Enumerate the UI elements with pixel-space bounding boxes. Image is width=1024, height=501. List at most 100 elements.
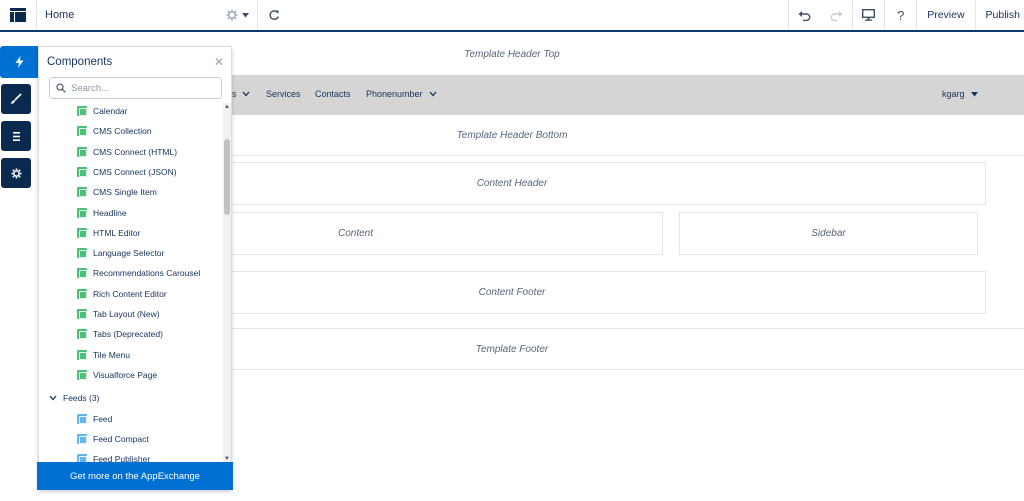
template-header-top-label: Template Header Top	[464, 49, 560, 60]
search-icon	[56, 83, 66, 93]
scroll-up-arrow[interactable]: ▲	[223, 103, 231, 111]
sidebar-label: Sidebar	[811, 228, 846, 239]
refresh-icon	[268, 10, 279, 20]
component-item[interactable]: CMS Collection	[77, 123, 152, 139]
sidebar-region[interactable]: Sidebar	[679, 212, 978, 255]
component-item-label: Rich Content Editor	[93, 288, 167, 299]
redo-button[interactable]	[820, 0, 852, 30]
component-icon	[77, 207, 87, 218]
component-icon	[77, 349, 87, 360]
undo-button[interactable]	[788, 0, 820, 30]
template-header-bottom-label: Template Header Bottom	[456, 129, 568, 141]
components-tab-button[interactable]	[0, 46, 38, 78]
page-name: Home	[45, 9, 75, 21]
component-search	[49, 77, 222, 99]
page-selector[interactable]: Home	[37, 0, 257, 30]
publish-button[interactable]: Publish	[974, 0, 1024, 30]
appexchange-link[interactable]: Get more on the AppExchange	[37, 462, 233, 490]
feed-icon	[77, 433, 87, 444]
component-icon	[77, 187, 87, 198]
component-item[interactable]: CMS Single Item	[77, 184, 157, 200]
search-input[interactable]	[71, 82, 211, 94]
theme-tab-button[interactable]	[1, 84, 31, 114]
component-item-label: Recommendations Carousel	[93, 268, 201, 279]
chevron-down-icon	[49, 395, 57, 401]
component-item[interactable]: Tab Layout (New)	[77, 306, 160, 322]
app-layout-button[interactable]	[0, 0, 37, 30]
close-icon[interactable]: ✕	[214, 55, 224, 69]
components-panel: Components ✕ Calendar CMS Collection CMS C…	[37, 46, 233, 490]
feed-icon	[77, 413, 87, 424]
component-item-label: Tile Menu	[93, 349, 131, 360]
component-item[interactable]: CMS Connect (HTML)	[77, 144, 177, 160]
component-item[interactable]: Tabs (Deprecated)	[77, 326, 163, 342]
component-item[interactable]: Recommendations Carousel	[77, 265, 200, 281]
component-item[interactable]: Headline	[77, 205, 127, 221]
component-icon	[77, 126, 87, 137]
component-item-label: Calendar	[93, 106, 128, 116]
component-item[interactable]: CMS Connect (JSON)	[77, 164, 177, 180]
desktop-icon	[862, 9, 876, 21]
component-item-label: HTML Editor	[93, 227, 141, 238]
component-item[interactable]: Visualforce Page	[77, 367, 157, 383]
lightning-icon	[15, 56, 23, 68]
settings-tab-button[interactable]	[1, 158, 31, 188]
component-item[interactable]: Calendar	[77, 103, 128, 119]
component-icon	[77, 369, 87, 380]
component-item[interactable]: Language Selector	[77, 245, 164, 261]
component-item[interactable]: Feed Compact	[77, 431, 149, 447]
page-structure-tab-button[interactable]	[1, 121, 31, 151]
nav-item-partial[interactable]: s	[232, 89, 250, 99]
list-icon	[12, 131, 20, 141]
chevron-down-icon	[242, 91, 250, 97]
component-icon	[77, 309, 87, 319]
component-item-label: Feed	[93, 413, 113, 424]
caret-down-icon	[971, 92, 979, 97]
component-item-label: Visualforce Page	[93, 369, 158, 380]
gear-icon	[226, 9, 238, 21]
refresh-button[interactable]	[257, 0, 289, 30]
template-footer-label: Template Footer	[475, 343, 549, 355]
device-preview-button[interactable]	[852, 0, 884, 30]
help-icon: ?	[897, 7, 905, 23]
component-item-label: Language Selector	[93, 248, 165, 259]
preview-button[interactable]: Preview	[916, 0, 974, 30]
nav-item-services[interactable]: Services	[266, 89, 301, 99]
caret-down-icon	[242, 12, 249, 17]
component-item[interactable]: HTML Editor	[77, 225, 140, 241]
undo-icon	[798, 10, 811, 21]
component-item[interactable]: Rich Content Editor	[77, 286, 167, 302]
user-menu[interactable]: kgarg	[942, 89, 979, 99]
component-icon	[77, 329, 87, 340]
component-icon	[77, 166, 87, 177]
scrollbar[interactable]: ▲ ▼	[223, 103, 231, 463]
component-icon	[77, 106, 87, 116]
nav-item-phonenumber[interactable]: Phonenumber	[366, 89, 437, 99]
component-item[interactable]: Tile Menu	[77, 347, 130, 363]
component-item-label: Feed Compact	[93, 433, 149, 444]
content-label: Content	[337, 228, 374, 239]
redo-icon	[830, 10, 843, 21]
feeds-group-label: Feeds (3)	[63, 393, 100, 404]
component-icon	[77, 146, 87, 157]
scrollbar-thumb[interactable]	[224, 139, 230, 215]
layout-icon	[10, 8, 26, 22]
left-tool-rail	[0, 46, 38, 491]
page-settings-menu[interactable]	[226, 9, 249, 21]
component-item-label: CMS Collection	[93, 126, 152, 137]
gear-icon	[10, 167, 22, 179]
component-item[interactable]: Feed	[77, 411, 112, 427]
template-header-top[interactable]: Template Header Top	[232, 34, 792, 75]
component-item-label: CMS Connect (HTML)	[93, 146, 178, 157]
help-button[interactable]: ?	[884, 0, 916, 30]
brush-icon	[11, 93, 22, 104]
component-icon	[77, 248, 87, 259]
feeds-group-toggle[interactable]: Feeds (3)	[49, 390, 99, 406]
component-icon	[77, 227, 87, 238]
content-footer-label: Content Footer	[478, 287, 546, 298]
component-item-label: CMS Connect (JSON)	[93, 166, 177, 177]
template-header-bottom[interactable]: Template Header Bottom	[232, 115, 792, 155]
component-icon	[77, 288, 87, 299]
nav-item-contacts[interactable]: Contacts	[315, 89, 351, 99]
